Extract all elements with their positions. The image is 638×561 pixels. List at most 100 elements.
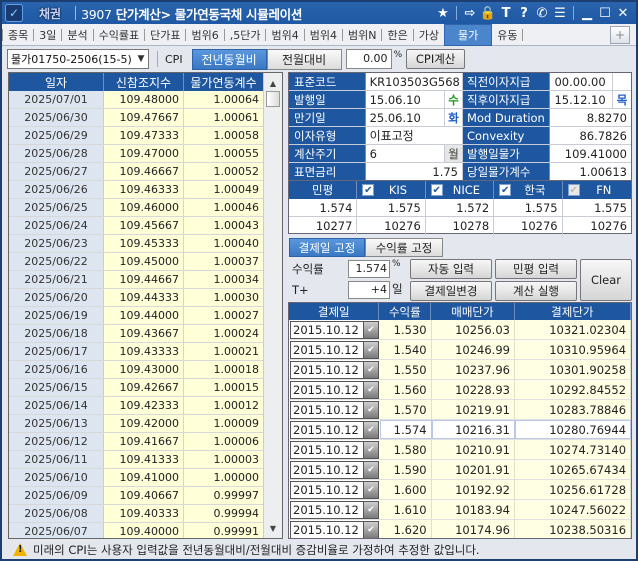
table-row[interactable]: 2025/06/12 109.41667 1.00006 bbox=[9, 433, 282, 451]
settle-date-picker[interactable]: 2015.10.12 ✔ bbox=[289, 460, 380, 479]
mp-input-button[interactable]: 민평 입력 bbox=[495, 259, 577, 279]
change-settle-button[interactable]: 결제일변경 bbox=[410, 281, 492, 301]
table-row[interactable]: 2025/06/18 109.43667 1.00024 bbox=[9, 325, 282, 343]
tab-10[interactable]: 한은 bbox=[382, 26, 412, 44]
calendar-icon[interactable]: ✔ bbox=[363, 380, 379, 399]
settle-date-picker[interactable]: 2015.10.12 ✔ bbox=[289, 520, 380, 538]
rating-header-2[interactable]: ✔ NICE bbox=[426, 181, 495, 199]
settle-date-input[interactable]: 2015.10.12 bbox=[290, 420, 363, 439]
table-row[interactable]: 2015.10.12 ✔ 1.550 10237.96 10301.90258 bbox=[289, 360, 631, 380]
scroll-thumb[interactable] bbox=[266, 91, 280, 107]
tab-6[interactable]: ,5단가 bbox=[225, 26, 266, 44]
tab-12[interactable]: 물가 bbox=[443, 23, 493, 46]
table-row[interactable]: 2025/06/19 109.44000 1.00027 bbox=[9, 307, 282, 325]
table-row[interactable]: 2025/06/29 109.47333 1.00058 bbox=[9, 127, 282, 145]
phone-icon[interactable]: ✆ bbox=[533, 4, 551, 22]
help-icon[interactable]: ? bbox=[515, 4, 533, 22]
settle-date-picker[interactable]: 2015.10.12 ✔ bbox=[289, 440, 380, 459]
settle-date-picker[interactable]: 2015.10.12 ✔ bbox=[289, 380, 380, 399]
tab-0[interactable]: 종목 bbox=[3, 26, 33, 44]
table-row[interactable]: 2015.10.12 ✔ 1.620 10174.96 10238.50316 bbox=[289, 520, 631, 538]
table-row[interactable]: 2015.10.12 ✔ 1.530 10256.03 10321.02304 bbox=[289, 320, 631, 340]
settle-date-picker[interactable]: 2015.10.12 ✔ bbox=[289, 500, 380, 519]
maximize-icon[interactable]: ☐ bbox=[596, 4, 614, 22]
tab-7[interactable]: 범위4 bbox=[266, 26, 303, 44]
table-row[interactable]: 2025/06/26 109.46333 1.00049 bbox=[9, 181, 282, 199]
table-row[interactable]: 2025/06/20 109.44333 1.00030 bbox=[9, 289, 282, 307]
settle-date-input[interactable]: 2015.10.12 bbox=[290, 360, 363, 379]
table-row[interactable]: 2025/06/24 109.45667 1.00043 bbox=[9, 217, 282, 235]
settle-date-picker[interactable]: 2015.10.12 ✔ bbox=[289, 400, 380, 419]
checkbox-icon[interactable]: ✔ bbox=[499, 184, 512, 196]
settle-date-picker[interactable]: 2015.10.12 ✔ bbox=[289, 320, 380, 339]
settle-fixed-tab[interactable]: 결제일 고정 bbox=[289, 238, 365, 257]
checkbox-icon[interactable]: ✔ bbox=[362, 184, 375, 196]
calendar-icon[interactable]: ✔ bbox=[363, 480, 379, 499]
calendar-icon[interactable]: ✔ bbox=[363, 420, 379, 439]
table-row[interactable]: 2025/06/22 109.45000 1.00037 bbox=[9, 253, 282, 271]
table-row[interactable]: 2025/06/11 109.41333 1.00003 bbox=[9, 451, 282, 469]
t-plus-input[interactable]: +4 bbox=[348, 281, 390, 299]
star-icon[interactable]: ★ bbox=[434, 4, 452, 22]
table-row[interactable]: 2025/06/28 109.47000 1.00055 bbox=[9, 145, 282, 163]
tab-3[interactable]: 수익률표 bbox=[94, 26, 144, 44]
cpi-calc-button[interactable]: CPI계산 bbox=[406, 49, 466, 69]
run-calc-button[interactable]: 계산 실행 bbox=[495, 281, 577, 301]
auto-input-button[interactable]: 자동 입력 bbox=[410, 259, 492, 279]
table-row[interactable]: 2025/06/14 109.42333 1.00012 bbox=[9, 397, 282, 415]
checkbox-icon[interactable]: ✔ bbox=[567, 184, 580, 196]
table-row[interactable]: 2025/06/09 109.40667 0.99997 bbox=[9, 487, 282, 505]
tab-11[interactable]: 가상 bbox=[414, 26, 444, 44]
table-row[interactable]: 2025/06/08 109.40333 0.99994 bbox=[9, 505, 282, 523]
calendar-icon[interactable]: ✔ bbox=[363, 320, 379, 339]
checkbox-icon[interactable]: ✔ bbox=[430, 184, 443, 196]
calendar-icon[interactable]: ✔ bbox=[363, 520, 379, 538]
yield-fixed-tab[interactable]: 수익률 고정 bbox=[365, 238, 443, 257]
table-row[interactable]: 2025/06/23 109.45333 1.00040 bbox=[9, 235, 282, 253]
scroll-up-icon[interactable]: ▲ bbox=[264, 75, 282, 91]
tab-8[interactable]: 범위4 bbox=[305, 26, 342, 44]
clear-button[interactable]: Clear bbox=[580, 259, 632, 301]
table-row[interactable]: 2025/06/10 109.41000 1.00000 bbox=[9, 469, 282, 487]
scroll-down-icon[interactable]: ▼ bbox=[264, 520, 282, 536]
tab-9[interactable]: 범위N bbox=[343, 26, 381, 44]
settle-date-input[interactable]: 2015.10.12 bbox=[290, 520, 363, 538]
rating-header-3[interactable]: ✔ 한국 bbox=[494, 181, 563, 199]
close-icon[interactable]: ✕ bbox=[614, 4, 632, 22]
mom-button[interactable]: 전월대비 bbox=[266, 48, 342, 70]
settle-date-picker[interactable]: 2015.10.12 ✔ bbox=[289, 360, 380, 379]
minimize-icon[interactable]: ▁ bbox=[578, 4, 596, 22]
table-row[interactable]: 2025/06/07 109.40000 0.99991 bbox=[9, 523, 282, 538]
table-row[interactable]: 2025/06/15 109.42667 1.00015 bbox=[9, 379, 282, 397]
calendar-icon[interactable]: ✔ bbox=[363, 340, 379, 359]
table-row[interactable]: 2015.10.12 ✔ 1.540 10246.99 10310.95964 bbox=[289, 340, 631, 360]
rating-header-4[interactable]: ✔ FN bbox=[563, 181, 631, 199]
tab-5[interactable]: 범위6 bbox=[186, 26, 223, 44]
calendar-icon[interactable]: ✔ bbox=[363, 360, 379, 379]
table-row[interactable]: 2015.10.12 ✔ 1.560 10228.93 10292.84552 bbox=[289, 380, 631, 400]
table-row[interactable]: 2025/06/30 109.47667 1.00061 bbox=[9, 109, 282, 127]
table-row[interactable]: 2015.10.12 ✔ 1.580 10210.91 10274.73140 bbox=[289, 440, 631, 460]
tab-13[interactable]: 유동 bbox=[492, 26, 522, 44]
table-row[interactable]: 2025/06/13 109.42000 1.00009 bbox=[9, 415, 282, 433]
table-row[interactable]: 2015.10.12 ✔ 1.600 10192.92 10256.61728 bbox=[289, 480, 631, 500]
yoy-button[interactable]: 전년동월비 bbox=[191, 48, 267, 70]
calendar-icon[interactable]: ✔ bbox=[363, 460, 379, 479]
settle-date-input[interactable]: 2015.10.12 bbox=[290, 380, 363, 399]
settle-date-input[interactable]: 2015.10.12 bbox=[290, 320, 363, 339]
tab-1[interactable]: 3일 bbox=[34, 26, 61, 44]
settle-date-input[interactable]: 2015.10.12 bbox=[290, 500, 363, 519]
table-row[interactable]: 2025/06/17 109.43333 1.00021 bbox=[9, 343, 282, 361]
settle-date-input[interactable]: 2015.10.12 bbox=[290, 460, 363, 479]
calendar-icon[interactable]: ✔ bbox=[363, 400, 379, 419]
table-row[interactable]: 2015.10.12 ✔ 1.590 10201.91 10265.67434 bbox=[289, 460, 631, 480]
table-row[interactable]: 2025/07/01 109.48000 1.00064 bbox=[9, 91, 282, 109]
text-icon[interactable]: T bbox=[497, 4, 515, 22]
settle-date-input[interactable]: 2015.10.12 bbox=[290, 440, 363, 459]
calendar-icon[interactable]: ✔ bbox=[363, 500, 379, 519]
settle-date-picker[interactable]: 2015.10.12 ✔ bbox=[289, 420, 380, 439]
calendar-icon[interactable]: ✔ bbox=[363, 440, 379, 459]
table-row[interactable]: 2025/06/21 109.44667 1.00034 bbox=[9, 271, 282, 289]
add-tab-button[interactable]: + bbox=[610, 25, 630, 44]
table-row[interactable]: 2025/06/25 109.46000 1.00046 bbox=[9, 199, 282, 217]
